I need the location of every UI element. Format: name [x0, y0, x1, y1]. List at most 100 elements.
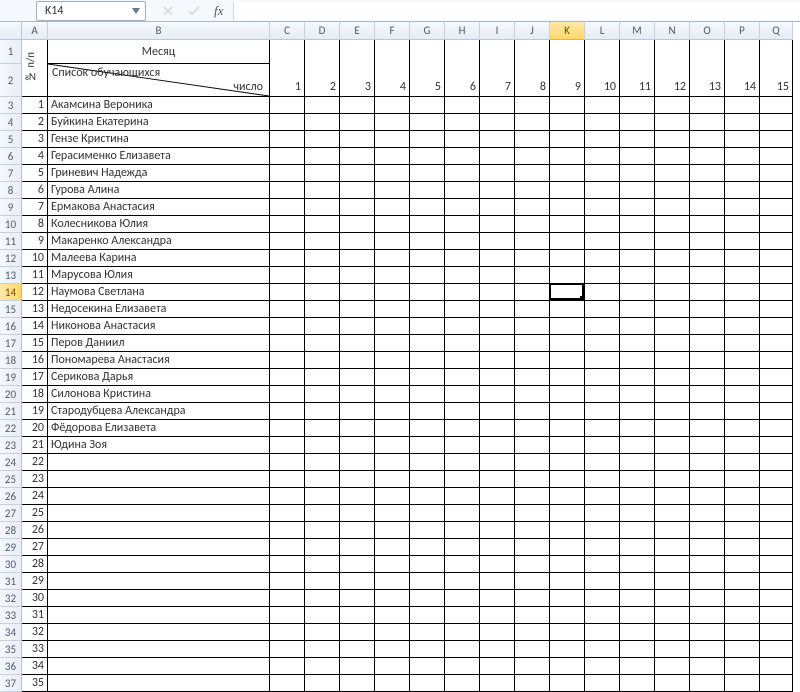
cell-Q30[interactable] — [760, 556, 793, 573]
cell-F7[interactable] — [375, 165, 410, 182]
cell-E2[interactable]: 3 — [340, 64, 375, 97]
cell-L33[interactable] — [585, 607, 620, 624]
cell-Q4[interactable] — [760, 114, 793, 131]
cell-I32[interactable] — [480, 590, 515, 607]
cell-I5[interactable] — [480, 131, 515, 148]
column-header-C[interactable]: C — [270, 22, 305, 40]
cell-M32[interactable] — [620, 590, 655, 607]
row-header-2[interactable]: 2 — [0, 64, 22, 97]
cell-H26[interactable] — [445, 488, 480, 505]
cell-J19[interactable] — [515, 369, 550, 386]
cell-L36[interactable] — [585, 658, 620, 675]
cell-J2[interactable]: 8 — [515, 64, 550, 97]
cell-D26[interactable] — [305, 488, 340, 505]
cell-G8[interactable] — [410, 182, 445, 199]
cell-B36[interactable] — [48, 658, 270, 675]
cell-L28[interactable] — [585, 522, 620, 539]
cell-H22[interactable] — [445, 420, 480, 437]
row-header-7[interactable]: 7 — [0, 165, 22, 182]
cell-F20[interactable] — [375, 386, 410, 403]
cell-O3[interactable] — [690, 97, 725, 114]
cell-E6[interactable] — [340, 148, 375, 165]
cell-A26[interactable]: 24 — [22, 488, 48, 505]
cell-A20[interactable]: 18 — [22, 386, 48, 403]
cell-D8[interactable] — [305, 182, 340, 199]
cell-M12[interactable] — [620, 250, 655, 267]
cell-K15[interactable] — [550, 301, 585, 318]
cell-H10[interactable] — [445, 216, 480, 233]
cell-B1[interactable]: Месяц — [48, 40, 270, 64]
cell-C17[interactable] — [270, 335, 305, 352]
cell-L23[interactable] — [585, 437, 620, 454]
cell-K3[interactable] — [550, 97, 585, 114]
cell-M37[interactable] — [620, 675, 655, 692]
cell-I27[interactable] — [480, 505, 515, 522]
cell-A35[interactable]: 33 — [22, 641, 48, 658]
cell-I28[interactable] — [480, 522, 515, 539]
cell-G5[interactable] — [410, 131, 445, 148]
cell-B20[interactable]: Силонова Кристина — [48, 386, 270, 403]
row-header-27[interactable]: 27 — [0, 505, 22, 522]
cell-F11[interactable] — [375, 233, 410, 250]
cell-P4[interactable] — [725, 114, 760, 131]
cell-H11[interactable] — [445, 233, 480, 250]
cell-K13[interactable] — [550, 267, 585, 284]
cell-O24[interactable] — [690, 454, 725, 471]
cell-H30[interactable] — [445, 556, 480, 573]
cell-O35[interactable] — [690, 641, 725, 658]
cell-O6[interactable] — [690, 148, 725, 165]
cell-N12[interactable] — [655, 250, 690, 267]
cell-J24[interactable] — [515, 454, 550, 471]
cell-M25[interactable] — [620, 471, 655, 488]
cell-F37[interactable] — [375, 675, 410, 692]
cell-F24[interactable] — [375, 454, 410, 471]
cell-G32[interactable] — [410, 590, 445, 607]
cell-K36[interactable] — [550, 658, 585, 675]
cell-M18[interactable] — [620, 352, 655, 369]
cell-G23[interactable] — [410, 437, 445, 454]
cell-G13[interactable] — [410, 267, 445, 284]
cell-G20[interactable] — [410, 386, 445, 403]
row-header-6[interactable]: 6 — [0, 148, 22, 165]
row-header-16[interactable]: 16 — [0, 318, 22, 335]
cell-C37[interactable] — [270, 675, 305, 692]
cell-B4[interactable]: Буйкина Екатерина — [48, 114, 270, 131]
cell-M26[interactable] — [620, 488, 655, 505]
cell-C34[interactable] — [270, 624, 305, 641]
cell-L3[interactable] — [585, 97, 620, 114]
cell-D30[interactable] — [305, 556, 340, 573]
cell-C15[interactable] — [270, 301, 305, 318]
cell-B6[interactable]: Герасименко Елизавета — [48, 148, 270, 165]
column-header-K[interactable]: K — [550, 22, 585, 40]
cell-F5[interactable] — [375, 131, 410, 148]
cell-D29[interactable] — [305, 539, 340, 556]
cell-H25[interactable] — [445, 471, 480, 488]
cell-N11[interactable] — [655, 233, 690, 250]
row-header-9[interactable]: 9 — [0, 199, 22, 216]
cell-K19[interactable] — [550, 369, 585, 386]
cell-M20[interactable] — [620, 386, 655, 403]
cell-K35[interactable] — [550, 641, 585, 658]
cell-F23[interactable] — [375, 437, 410, 454]
cell-O36[interactable] — [690, 658, 725, 675]
row-header-26[interactable]: 26 — [0, 488, 22, 505]
cell-J9[interactable] — [515, 199, 550, 216]
cell-B24[interactable] — [48, 454, 270, 471]
cell-K2[interactable]: 9 — [550, 64, 585, 97]
cell-L6[interactable] — [585, 148, 620, 165]
cell-F6[interactable] — [375, 148, 410, 165]
cell-Q19[interactable] — [760, 369, 793, 386]
cell-L37[interactable] — [585, 675, 620, 692]
cell-F4[interactable] — [375, 114, 410, 131]
cell-O12[interactable] — [690, 250, 725, 267]
cell-A4[interactable]: 2 — [22, 114, 48, 131]
cell-G12[interactable] — [410, 250, 445, 267]
cell-N25[interactable] — [655, 471, 690, 488]
cell-I33[interactable] — [480, 607, 515, 624]
cell-K32[interactable] — [550, 590, 585, 607]
cell-Q37[interactable] — [760, 675, 793, 692]
cell-C21[interactable] — [270, 403, 305, 420]
cell-C36[interactable] — [270, 658, 305, 675]
cell-Q9[interactable] — [760, 199, 793, 216]
cell-E35[interactable] — [340, 641, 375, 658]
